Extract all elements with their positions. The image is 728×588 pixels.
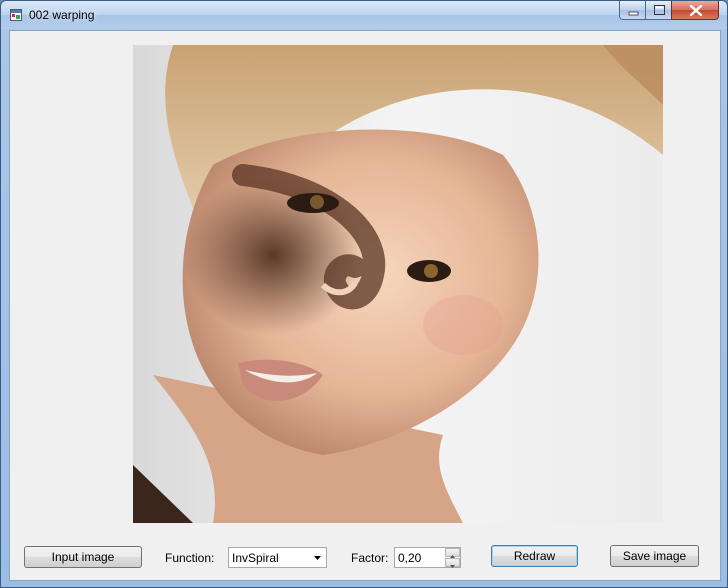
chevron-down-icon: [314, 556, 321, 560]
function-select[interactable]: InvSpiral: [228, 547, 327, 568]
stepper-up-button[interactable]: [445, 548, 460, 558]
close-icon: [689, 4, 703, 17]
arrow-down-icon: [450, 565, 455, 568]
title-bar[interactable]: 002 warping: [1, 1, 727, 29]
minimize-button[interactable]: [619, 1, 646, 20]
maximize-button[interactable]: [645, 1, 672, 20]
window-title: 002 warping: [29, 8, 95, 22]
function-selected-value: InvSpiral: [232, 551, 279, 565]
maximize-icon: [654, 5, 665, 15]
save-image-button[interactable]: Save image: [610, 545, 699, 567]
app-window: 002 warping Input image Function: InvSpi…: [0, 0, 728, 588]
input-image-button[interactable]: Input image: [24, 546, 142, 568]
redraw-button[interactable]: Redraw: [491, 545, 578, 567]
factor-label: Factor:: [351, 551, 389, 565]
portrait-image: [133, 45, 663, 523]
app-icon: [10, 9, 22, 21]
stepper-down-button[interactable]: [445, 558, 460, 568]
client-area: Input image Function: InvSpiral Factor: …: [9, 30, 721, 581]
warped-image-preview: [133, 45, 663, 523]
close-button[interactable]: [671, 1, 719, 20]
factor-value: 0,20: [398, 551, 422, 565]
factor-stepper[interactable]: 0,20: [394, 547, 461, 568]
minimize-icon: [628, 11, 639, 16]
function-label: Function:: [165, 551, 215, 565]
